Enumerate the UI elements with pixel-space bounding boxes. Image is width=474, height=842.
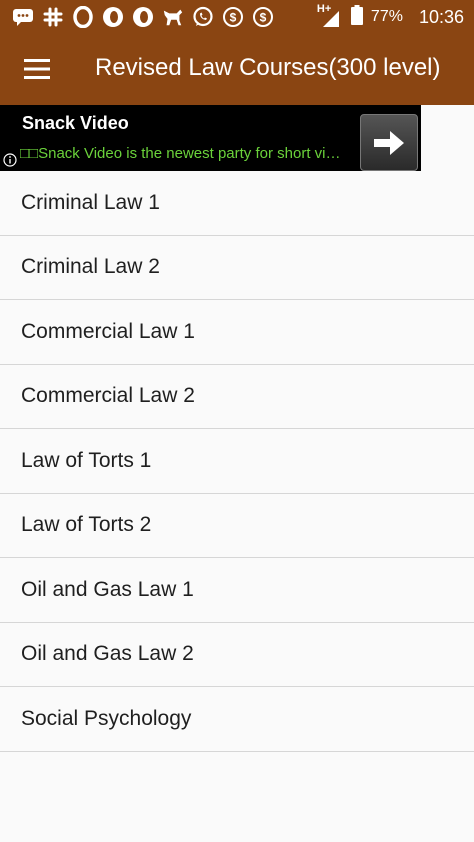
course-item-law-of-torts-2[interactable]: Law of Torts 2 xyxy=(0,493,474,558)
course-item-social-psychology[interactable]: Social Psychology xyxy=(0,687,474,752)
whatsapp-icon xyxy=(192,6,214,28)
network-signal-icon: H+ xyxy=(317,3,343,29)
ad-description[interactable]: □□Snack Video is the newest party for sh… xyxy=(20,145,346,162)
clock: 10:36 xyxy=(418,6,464,27)
course-item-criminal-law-2[interactable]: Criminal Law 2 xyxy=(0,235,474,300)
battery-percent: 77% xyxy=(370,8,403,25)
slack-icon xyxy=(42,6,64,28)
system-status: H+ 77% 10:36 xyxy=(317,0,464,34)
bull-icon xyxy=(162,6,184,28)
message-icon xyxy=(12,6,34,28)
opera-mini-icon xyxy=(102,6,124,28)
ad-banner[interactable]: Snack Video □□Snack Video is the newest … xyxy=(0,105,421,171)
opera-mini-icon xyxy=(132,6,154,28)
course-item-commercial-law-2[interactable]: Commercial Law 2 xyxy=(0,364,474,429)
arrow-right-icon xyxy=(374,130,404,155)
page-title: Revised Law Courses(300 level) xyxy=(95,54,441,81)
notification-icons: $ $ xyxy=(12,5,274,29)
svg-text:$: $ xyxy=(230,11,237,25)
course-item-oil-and-gas-law-1[interactable]: Oil and Gas Law 1 xyxy=(0,558,474,623)
svg-text:$: $ xyxy=(260,11,267,25)
course-list: Criminal Law 1 Criminal Law 2 Commercial… xyxy=(0,171,474,752)
course-item-criminal-law-1[interactable]: Criminal Law 1 xyxy=(0,171,474,236)
course-item-commercial-law-1[interactable]: Commercial Law 1 xyxy=(0,300,474,365)
dollar-icon: $ xyxy=(252,6,274,28)
course-item-law-of-torts-1[interactable]: Law of Torts 1 xyxy=(0,429,474,494)
ad-open-button[interactable] xyxy=(360,114,418,171)
dollar-icon: $ xyxy=(222,6,244,28)
ad-title[interactable]: Snack Video xyxy=(22,113,129,134)
hamburger-menu-icon xyxy=(24,59,50,79)
menu-button[interactable] xyxy=(16,48,58,90)
course-item-oil-and-gas-law-2[interactable]: Oil and Gas Law 2 xyxy=(0,622,474,687)
ad-info-icon[interactable] xyxy=(3,153,17,167)
opera-icon xyxy=(72,6,94,28)
status-bar: $ $ H+ 77% 10:36 xyxy=(0,0,474,34)
app-bar: Revised Law Courses(300 level) xyxy=(0,34,474,105)
battery-icon xyxy=(350,4,363,30)
